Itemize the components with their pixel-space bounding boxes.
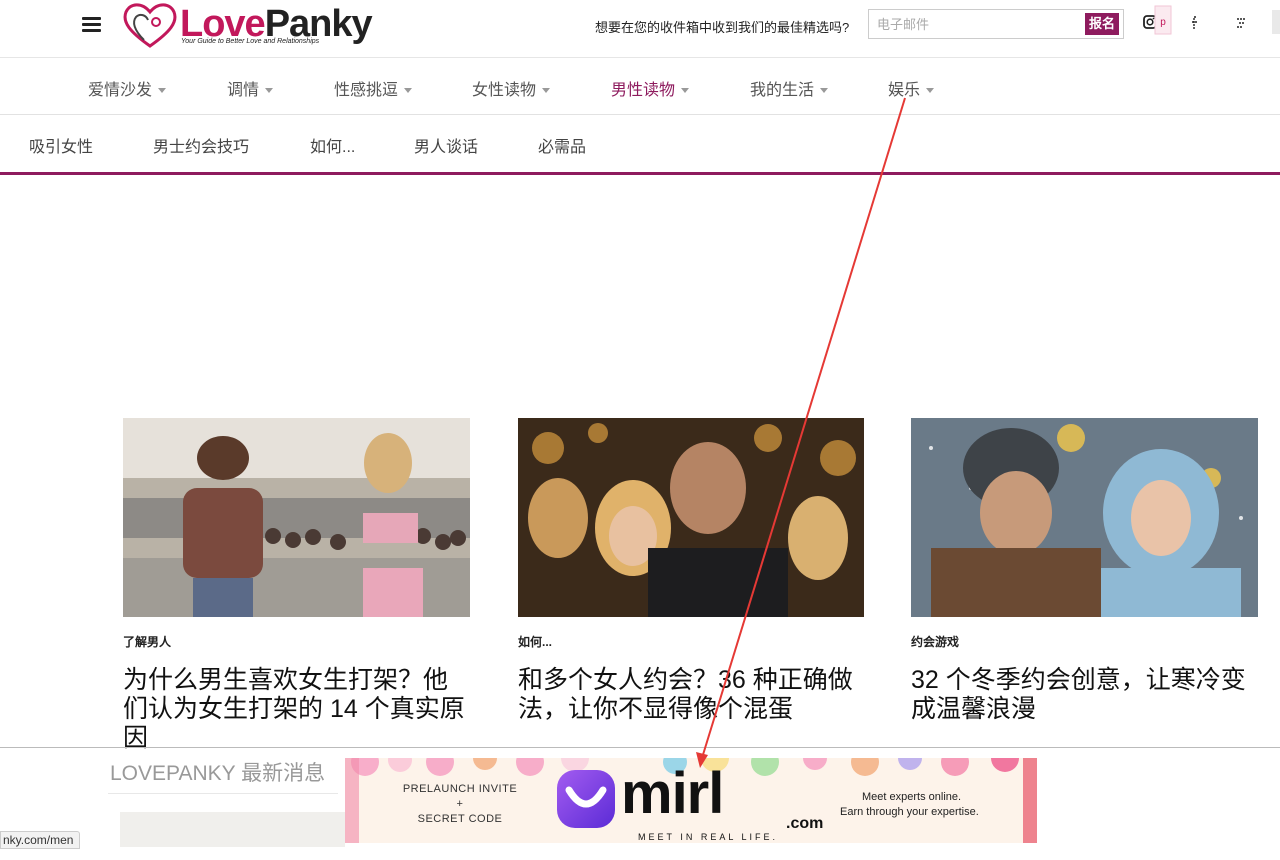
chevron-down-icon	[542, 88, 551, 94]
twitter-icon[interactable]	[1233, 15, 1249, 34]
ad-tagline: MEET IN REAL LIFE.	[638, 832, 779, 842]
svg-text:p: p	[1160, 17, 1166, 28]
article-card[interactable]: 如何... 和多个女人约会？36 种正确做法，让你不显得像个混蛋	[518, 418, 865, 724]
nav-item-my-life[interactable]: 我的生活	[750, 76, 829, 100]
nav-item-sexy-tease[interactable]: 性感挑逗	[334, 76, 413, 100]
menu-icon[interactable]	[82, 17, 101, 33]
nav-item-love-couch[interactable]: 爱情沙发	[88, 76, 167, 100]
mirl-logo-icon	[557, 770, 615, 828]
article-category[interactable]: 约会游戏	[911, 633, 1258, 650]
nav-item-flirting[interactable]: 调情	[227, 76, 274, 100]
browser-status-url: nky.com/men	[0, 831, 81, 849]
chevron-down-icon	[404, 88, 413, 94]
article-image[interactable]	[911, 418, 1258, 617]
article-card[interactable]: 了解男人 为什么男生喜欢女生打架？他们认为女生打架的 14 个真实原因	[123, 418, 470, 753]
nav-item-mens-reads[interactable]: 男性读物	[611, 76, 690, 100]
facebook-icon[interactable]	[1187, 15, 1203, 34]
chevron-down-icon	[926, 88, 935, 94]
top-bar: LovePanky Your Guide to Better Love and …	[0, 0, 1280, 58]
article-title[interactable]: 和多个女人约会？36 种正确做法，让你不显得像个混蛋	[518, 666, 865, 724]
newsletter-form: 报名	[868, 9, 1124, 39]
article-category[interactable]: 了解男人	[123, 633, 470, 650]
subscribe-question: 想要在您的收件箱中收到我们的最佳精选吗?	[595, 20, 850, 35]
subnav-item-dating-tips[interactable]: 男士约会技巧	[153, 133, 249, 157]
latest-news-heading: LOVEPANKY 最新消息	[110, 762, 326, 785]
ad-invite-text: PRELAUNCH INVITE + SECRET CODE	[402, 783, 518, 825]
logo-tagline: Your Guide to Better Love and Relationsh…	[181, 38, 320, 45]
article-title[interactable]: 为什么男生喜欢女生打架？他们认为女生打架的 14 个真实原因	[123, 666, 470, 753]
email-input[interactable]	[875, 16, 1079, 33]
section-divider	[0, 747, 1280, 748]
heart-logo-icon	[123, 3, 177, 48]
article-title[interactable]: 32 个冬季约会创意，让寒冷变成温馨浪漫	[911, 666, 1258, 724]
ad-description: Meet experts online. Earn through your e…	[840, 791, 979, 818]
flipboard-icon[interactable]	[1270, 10, 1280, 37]
nav-item-womens-reads[interactable]: 女性读物	[472, 76, 551, 100]
article-card[interactable]: 约会游戏 32 个冬季约会创意，让寒冷变成温馨浪漫	[911, 418, 1258, 724]
signup-button[interactable]: 报名	[1085, 13, 1119, 35]
sub-nav: 吸引女性 男士约会技巧 如何... 男人谈话 必需品	[0, 115, 1280, 175]
chevron-down-icon	[265, 88, 274, 94]
chevron-down-icon	[681, 88, 690, 94]
subnav-item-how-to[interactable]: 如何...	[310, 133, 355, 157]
subnav-item-essentials[interactable]: 必需品	[538, 133, 586, 157]
article-image[interactable]	[518, 418, 865, 617]
ad-banner[interactable]: PRELAUNCH INVITE + SECRET CODE mirl .com…	[345, 758, 1037, 843]
main-nav: 爱情沙发 调情 性感挑逗 女性读物 男性读物 我的生活 娱乐	[0, 57, 1280, 115]
site-logo[interactable]: LovePanky Your Guide to Better Love and …	[120, 0, 382, 50]
pinterest-icon[interactable]: p	[1154, 5, 1172, 35]
article-image[interactable]	[123, 418, 470, 617]
article-category[interactable]: 如何...	[518, 633, 865, 650]
latest-article-thumbnail[interactable]	[120, 812, 345, 847]
chevron-down-icon	[820, 88, 829, 94]
subnav-item-man-talk[interactable]: 男人谈话	[414, 133, 478, 157]
chevron-down-icon	[158, 88, 167, 94]
subnav-item-attract-women[interactable]: 吸引女性	[29, 133, 93, 157]
heading-underline	[108, 793, 338, 794]
ad-brand-suffix: .com	[786, 815, 824, 832]
nav-item-entertainment[interactable]: 娱乐	[888, 76, 935, 100]
ad-brand-name: mirl	[621, 761, 724, 826]
